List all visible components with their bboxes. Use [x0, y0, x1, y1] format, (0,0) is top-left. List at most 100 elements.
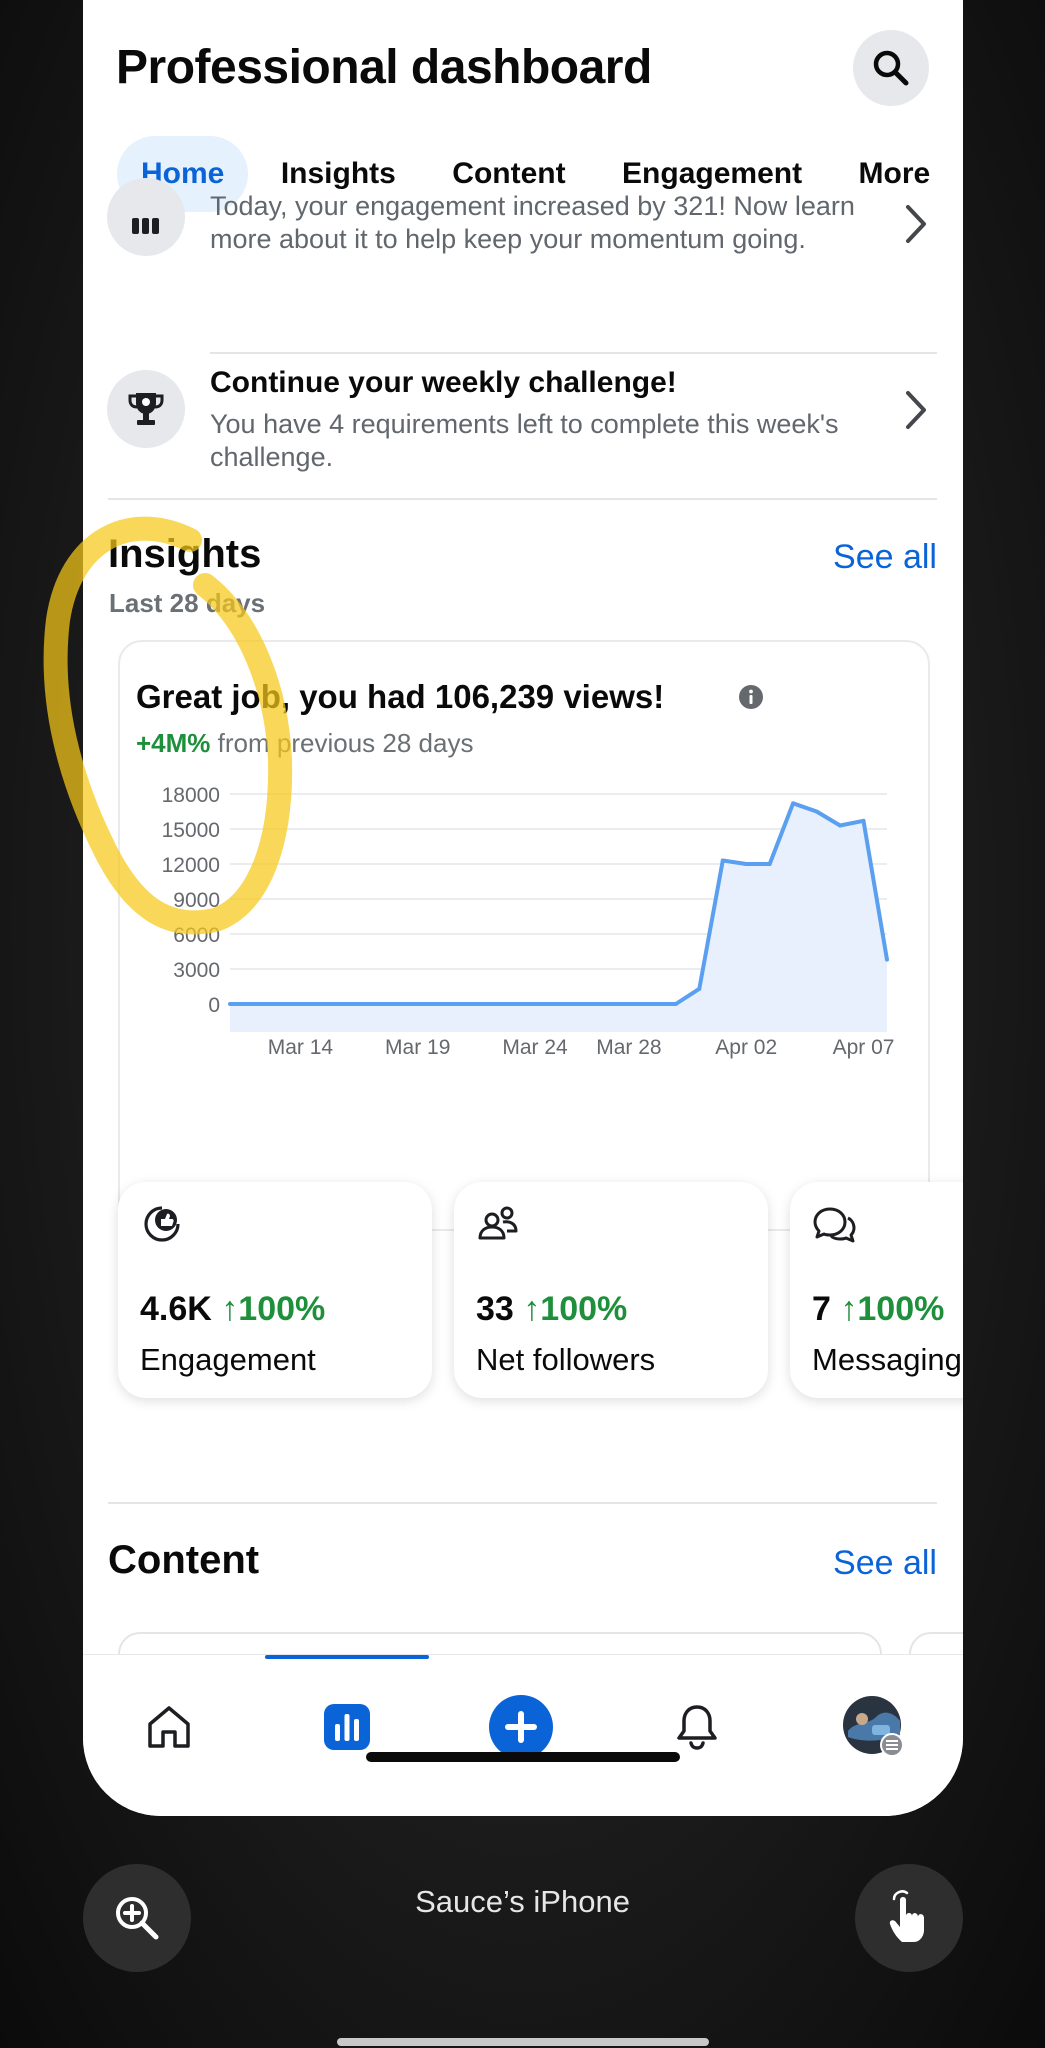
home-icon — [148, 1706, 190, 1748]
engagement-stat-value-line: 4.6K ↑100% — [140, 1290, 325, 1329]
engagement-stat-value: 4.6K — [140, 1290, 212, 1328]
net-followers-stat-card[interactable]: 33 ↑100% Net followers — [454, 1182, 768, 1398]
notification-icon — [107, 370, 185, 448]
data-point — [838, 823, 843, 828]
nav-notifications[interactable] — [665, 1695, 729, 1759]
data-point — [885, 957, 889, 962]
area-fill — [230, 803, 887, 1032]
y-tick-label: 18000 — [162, 784, 220, 807]
bottom-navigation — [83, 1654, 963, 1816]
messaging-icon — [813, 1207, 856, 1243]
data-point — [321, 1002, 326, 1006]
page-title: Professional dashboard — [116, 41, 652, 94]
data-point — [368, 1002, 373, 1006]
data-point — [744, 862, 749, 866]
nav-create[interactable] — [489, 1695, 553, 1759]
content-title: Content — [108, 1538, 260, 1582]
engagement-stat-change: ↑100% — [221, 1290, 326, 1328]
date-range-label: Last 28 days — [109, 588, 266, 618]
data-point — [392, 1002, 397, 1006]
chevron-right-icon — [906, 391, 926, 429]
notification-title: Continue your weekly challenge! — [210, 366, 677, 399]
notification-icon — [107, 178, 185, 256]
divider — [210, 352, 937, 354]
net-followers-stat-value-line: 33 ↑100% — [476, 1290, 627, 1329]
data-point — [228, 1002, 232, 1006]
messaging-stat-card[interactable]: 7 ↑100% Messaging — [790, 1182, 963, 1398]
data-point — [251, 1002, 256, 1006]
nav-home[interactable] — [137, 1695, 201, 1759]
data-point — [486, 1002, 491, 1006]
data-point — [603, 1002, 608, 1006]
views-area-chart: 0 3000 6000 9000 12000 15000 18000 Mar 14 Mar 19… — [162, 784, 895, 1059]
data-point — [650, 1002, 655, 1006]
create-icon — [489, 1695, 553, 1759]
data-point — [274, 1002, 279, 1006]
x-tick-label: Apr 07 — [833, 1036, 895, 1059]
data-point — [462, 1002, 467, 1006]
data-point — [298, 1002, 303, 1006]
data-point — [861, 818, 866, 823]
data-point — [556, 1002, 561, 1006]
data-point — [533, 1002, 538, 1006]
y-tick-label: 3000 — [173, 959, 220, 982]
y-tick-label: 15000 — [162, 819, 220, 842]
messaging-stat-label: Messaging — [812, 1342, 962, 1377]
y-tick-label: 6000 — [173, 924, 220, 947]
notifications-icon — [677, 1705, 717, 1750]
notification-text: Today, your engagement increased by 321!… — [210, 191, 855, 254]
divider — [108, 498, 937, 500]
data-point — [767, 862, 772, 866]
data-point — [579, 1002, 584, 1006]
engagement-stat-label: Engagement — [140, 1342, 316, 1377]
x-tick-label: Mar 28 — [596, 1036, 661, 1059]
touch-control-button[interactable] — [855, 1864, 963, 1972]
insights-icon — [324, 1704, 370, 1750]
insights-title: Insights — [108, 532, 262, 576]
data-point — [720, 858, 725, 863]
home-indicator-bar — [366, 1752, 680, 1762]
y-tick-label: 9000 — [173, 889, 220, 912]
x-tick-label: Mar 19 — [385, 1036, 450, 1059]
y-tick-label: 12000 — [162, 854, 220, 877]
messaging-stat-value: 7 — [812, 1290, 831, 1328]
data-point — [626, 1002, 631, 1006]
messaging-stat-change: ↑100% — [840, 1290, 945, 1328]
net-followers-stat-label: Net followers — [476, 1342, 656, 1377]
divider — [108, 1502, 937, 1504]
insights-see-all-link[interactable]: See all — [833, 538, 937, 577]
net-followers-stat-change: ↑100% — [523, 1290, 628, 1328]
system-home-bar — [337, 2038, 709, 2046]
data-point — [439, 1002, 444, 1006]
bar-chart-icon — [132, 218, 159, 234]
trophy-icon — [128, 393, 164, 425]
data-point — [697, 986, 702, 991]
x-tick-label: Apr 02 — [715, 1036, 777, 1059]
data-point — [791, 801, 796, 806]
engagement-stat-card[interactable]: 4.6K ↑100% Engagement — [118, 1182, 432, 1398]
hand-pointer-icon — [889, 1890, 924, 1942]
notification-text: You have 4 requirements left to complete… — [210, 409, 839, 472]
data-point — [814, 809, 819, 814]
weekly-challenge-notification[interactable]: Continue your weekly challenge! You have… — [107, 366, 937, 478]
engagement-notification[interactable]: Today, your engagement increased by 321!… — [107, 178, 937, 328]
x-tick-label: Mar 24 — [502, 1036, 568, 1059]
data-point — [509, 1002, 514, 1006]
engagement-icon — [144, 1206, 180, 1242]
content-see-all-link[interactable]: See all — [833, 1544, 937, 1583]
nav-profile[interactable] — [842, 1695, 906, 1759]
net-followers-stat-value: 33 — [476, 1290, 514, 1328]
nav-insights[interactable] — [315, 1695, 379, 1759]
followers-icon — [478, 1206, 518, 1240]
messaging-stat-value-line: 7 ↑100% — [812, 1290, 944, 1329]
data-point — [673, 1002, 678, 1006]
active-tab-indicator — [265, 1655, 429, 1659]
search-button[interactable] — [853, 30, 929, 106]
chevron-right-icon — [906, 205, 926, 243]
app-screen: Professional dashboard Home Insights Con… — [83, 0, 963, 1816]
y-tick-label: 0 — [208, 994, 220, 1017]
views-chart-card[interactable]: Great job, you had 106,239 views! +4M% f… — [118, 640, 930, 1231]
x-tick-label: Mar 14 — [268, 1036, 334, 1059]
search-icon — [873, 50, 909, 86]
profile-avatar — [843, 1696, 904, 1757]
